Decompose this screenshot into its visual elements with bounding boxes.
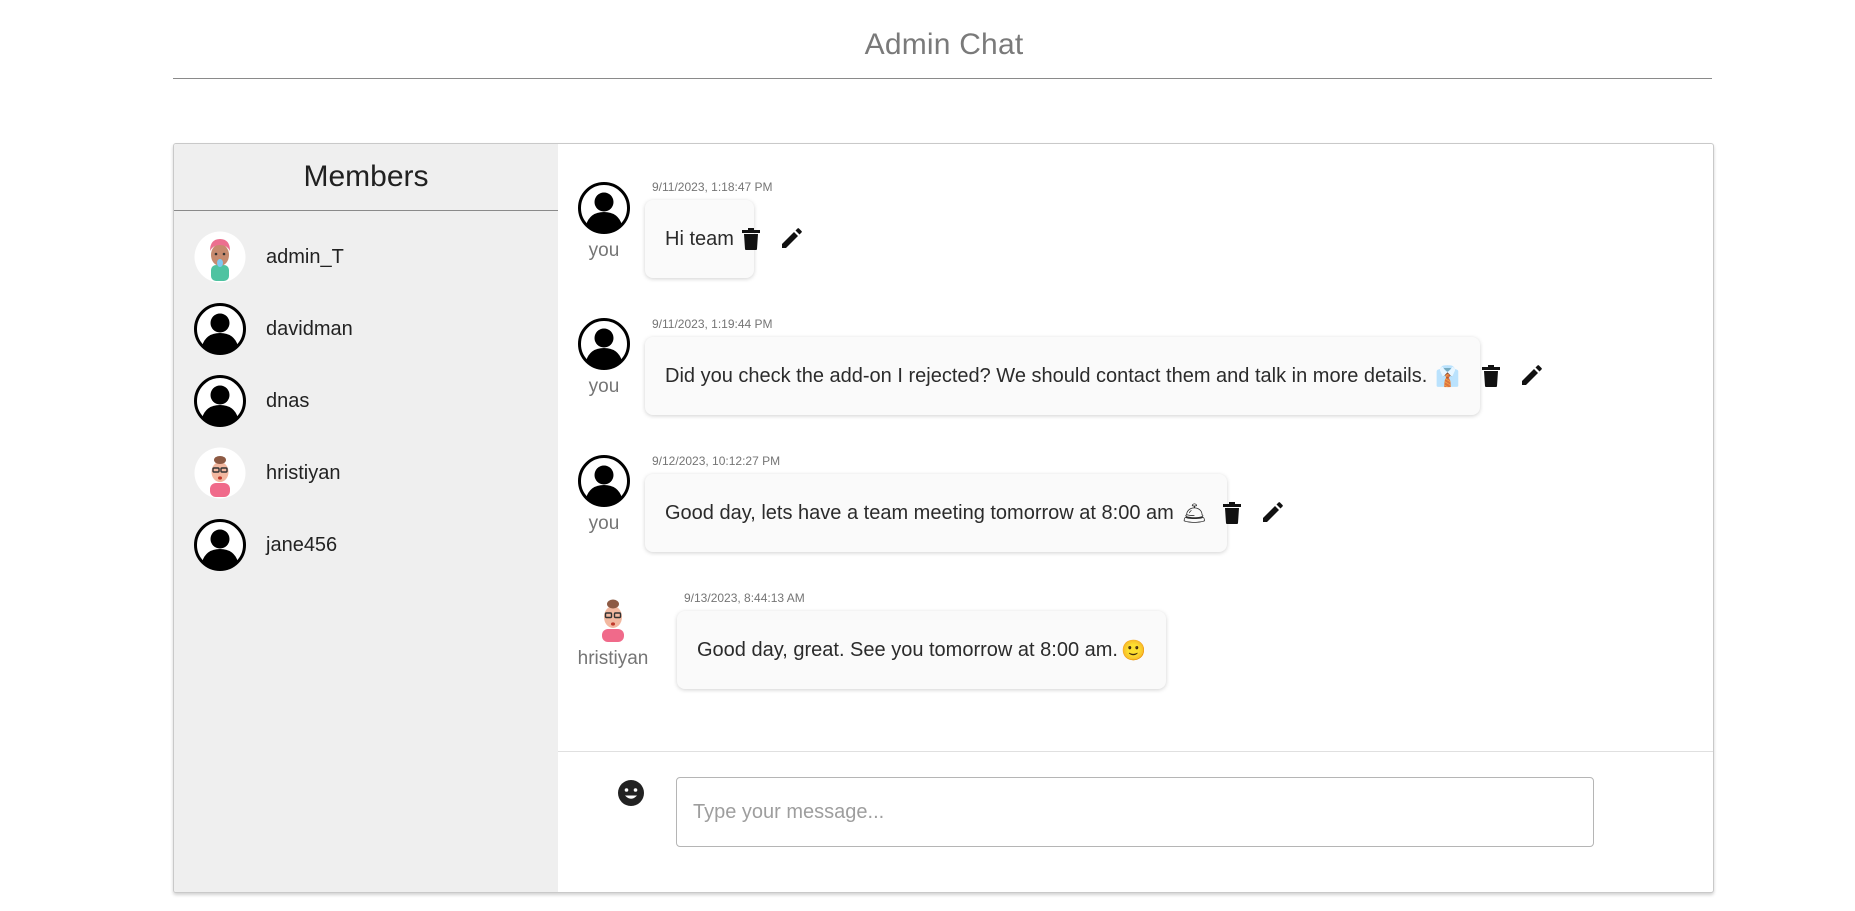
message-emoji: 👔 xyxy=(1435,365,1461,388)
message-text: Good day, lets have a team meeting tomor… xyxy=(665,501,1174,524)
message-sender: you xyxy=(578,318,630,398)
message-timestamp: 9/11/2023, 1:19:44 PM xyxy=(652,317,773,331)
sender-name: hristiyan xyxy=(577,648,649,669)
pencil-icon xyxy=(1522,365,1542,385)
trash-icon xyxy=(742,228,760,250)
member-item-jane456[interactable]: jane456 xyxy=(194,519,337,571)
message-composer xyxy=(558,751,1713,892)
message-bubble: Good day, lets have a team meeting tomor… xyxy=(645,474,1228,552)
edit-message-button[interactable] xyxy=(1259,500,1285,526)
message-sender: you xyxy=(578,182,630,262)
user-silhouette-icon xyxy=(194,375,246,427)
message-actions xyxy=(738,226,818,252)
edit-message-button[interactable] xyxy=(778,226,804,252)
message-sender: hristiyan xyxy=(576,596,650,670)
trash-icon xyxy=(1482,365,1500,387)
user-silhouette-icon xyxy=(578,455,630,507)
user-silhouette-icon xyxy=(194,519,246,571)
member-item-hristiyan[interactable]: hristiyan xyxy=(194,447,340,499)
emoji-picker-button[interactable] xyxy=(616,778,646,808)
member-name: hristiyan xyxy=(266,461,341,484)
member-item-davidman[interactable]: davidman xyxy=(194,303,353,355)
sender-name: you xyxy=(588,376,620,397)
user-silhouette-icon xyxy=(578,318,630,370)
member-name: dnas xyxy=(266,389,310,412)
member-name: jane456 xyxy=(266,533,338,556)
cartoon-avatar-icon xyxy=(194,447,246,499)
message-actions xyxy=(1219,500,1299,526)
message-timestamp: 9/13/2023, 8:44:13 AM xyxy=(684,591,805,605)
member-name: davidman xyxy=(266,317,353,340)
smiley-icon xyxy=(618,780,644,806)
user-silhouette-icon xyxy=(578,182,630,234)
message-text: Good day, great. See you tomorrow at 8:0… xyxy=(697,638,1118,661)
cartoon-avatar-icon xyxy=(602,599,624,642)
message-text: Did you check the add-on I rejected? We … xyxy=(665,364,1428,387)
cartoon-avatar-icon xyxy=(194,231,246,283)
pencil-icon xyxy=(1263,502,1283,522)
member-name: admin_T xyxy=(266,245,344,268)
members-panel: Members admin_T davidman dnas hristiyan … xyxy=(174,144,558,892)
message-timestamp: 9/11/2023, 1:18:47 PM xyxy=(652,180,773,194)
sender-name: you xyxy=(588,240,620,261)
message-text: Hi team xyxy=(665,227,734,250)
trash-icon xyxy=(1223,502,1241,524)
sender-name: you xyxy=(588,513,620,534)
delete-message-button[interactable] xyxy=(1478,363,1504,389)
message-list: you 9/11/2023, 1:18:47 PM Hi team you 9/… xyxy=(558,144,1713,751)
edit-message-button[interactable] xyxy=(1518,363,1544,389)
message-emoji: 🙂 xyxy=(1120,639,1146,662)
member-item-dnas[interactable]: dnas xyxy=(194,375,309,427)
delete-message-button[interactable] xyxy=(1219,500,1245,526)
message-timestamp: 9/12/2023, 10:12:27 PM xyxy=(652,454,781,468)
message-actions xyxy=(1478,363,1558,389)
members-heading: Members xyxy=(174,144,558,211)
message-bubble: Good day, great. See you tomorrow at 8:0… xyxy=(677,611,1166,689)
message-input[interactable] xyxy=(676,777,1594,847)
member-item-admin-t[interactable]: admin_T xyxy=(194,231,344,283)
message-emoji: 🛎 xyxy=(1181,502,1208,525)
message-bubble: Did you check the add-on I rejected? We … xyxy=(645,337,1481,415)
page-title: Admin Chat xyxy=(864,28,1024,61)
page: Admin Chat Members admin_T davidman dnas… xyxy=(0,0,1855,911)
delete-message-button[interactable] xyxy=(738,226,764,252)
user-silhouette-icon xyxy=(194,303,246,355)
title-divider xyxy=(173,78,1712,79)
pencil-icon xyxy=(782,228,802,248)
chat-card: Members admin_T davidman dnas hristiyan … xyxy=(173,143,1714,893)
message-sender: you xyxy=(578,455,630,535)
